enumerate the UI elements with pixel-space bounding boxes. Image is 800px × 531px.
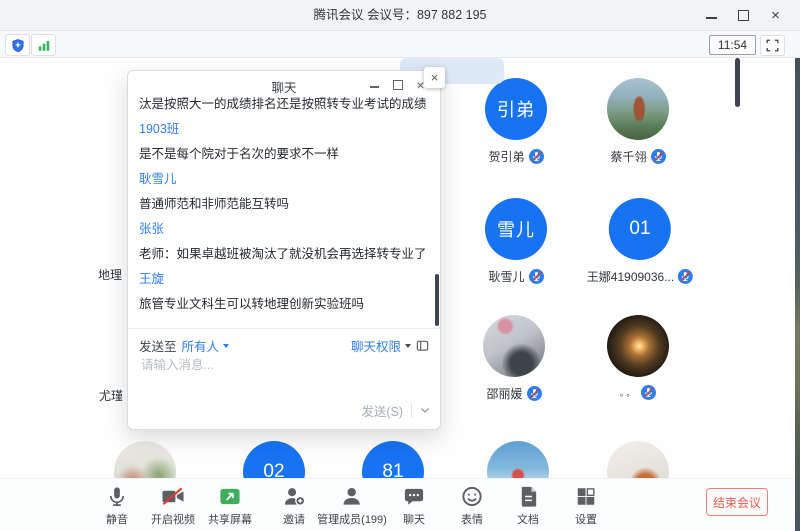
- share-screen-button[interactable]: 共享屏幕: [208, 485, 252, 527]
- microphone-icon: [106, 485, 129, 508]
- chat-permission-dropdown[interactable]: 聊天权限: [351, 336, 401, 355]
- mic-muted-icon: [651, 149, 666, 164]
- chat-message: 汰是按照大一的成绩排名还是按照转专业考试的成绩: [139, 97, 426, 112]
- mic-muted-icon: [527, 386, 542, 401]
- end-meeting-button[interactable]: 结束会议: [706, 488, 768, 516]
- window-title: 腾讯会议 会议号：897 882 195: [0, 0, 800, 30]
- meeting-security-button[interactable]: [5, 34, 30, 56]
- minimize-icon: [706, 17, 717, 18]
- chevron-down-icon[interactable]: [223, 344, 229, 348]
- send-button[interactable]: 发送(S): [361, 401, 403, 420]
- participant-name: 王娜41909036...: [587, 268, 674, 285]
- layout-grid-icon: [575, 485, 597, 508]
- signal-bars-icon: [37, 39, 51, 52]
- emoji-button[interactable]: 表情: [461, 485, 484, 527]
- chat-sender-name[interactable]: 王旋: [139, 272, 426, 287]
- participant-tile[interactable]: 雪儿 耿雪儿: [485, 198, 547, 285]
- status-bar: 11:54: [0, 31, 800, 58]
- chat-sender-name[interactable]: 张张: [139, 222, 426, 237]
- mic-muted-icon: [529, 149, 544, 164]
- send-to-label: 发送至: [139, 336, 177, 355]
- window-maximize-button[interactable]: [737, 9, 750, 22]
- participant-tile[interactable]: 引弟 贺引弟: [485, 78, 547, 165]
- chat-message-list: 汰是按照大一的成绩排名还是按照转专业考试的成绩 1903班 是不是每个院对于名次…: [139, 97, 426, 322]
- settings-button[interactable]: 设置: [575, 485, 597, 527]
- documents-button[interactable]: 文档: [517, 485, 539, 527]
- avatar: 雪儿: [485, 198, 547, 260]
- participant-tile[interactable]: 。。: [607, 315, 669, 400]
- pop-out-icon[interactable]: [416, 339, 429, 352]
- background-window-edge: [795, 57, 800, 531]
- title-bar: 腾讯会议 会议号：897 882 195 ×: [0, 0, 800, 31]
- participant-tile[interactable]: 邵丽媛: [483, 315, 545, 402]
- meeting-toolbar: 静音 开启视频 共享屏幕 邀请 管理成员(199) 聊天 表情: [0, 478, 795, 531]
- participant-name-partial: 尤瑾: [99, 387, 123, 404]
- invite-person-icon: [282, 485, 306, 508]
- shield-icon: [11, 38, 25, 53]
- chat-message: 老师：如果卓越班被淘汰了就没机会再选择转专业了？: [139, 247, 426, 262]
- chat-message: 普通师范和非师范能互转吗: [139, 197, 426, 212]
- chat-sender-name[interactable]: 1903班: [139, 122, 426, 137]
- chat-sender-name[interactable]: 耿雪儿: [139, 172, 426, 187]
- mic-muted-icon: [529, 269, 544, 284]
- grid-scrollbar[interactable]: [735, 58, 740, 107]
- chat-bubble-icon: [403, 485, 426, 508]
- send-divider: [411, 403, 412, 418]
- avatar: 引弟: [485, 78, 547, 140]
- participant-name: 邵丽媛: [486, 385, 522, 402]
- network-status-button[interactable]: [31, 34, 56, 56]
- avatar-photo: [483, 315, 545, 377]
- camera-off-icon: [160, 485, 186, 508]
- participant-name: 贺引弟: [488, 148, 524, 165]
- avatar-photo: [607, 315, 669, 377]
- participant-name-partial: 地理: [98, 266, 122, 283]
- chat-scrollbar[interactable]: [435, 274, 439, 326]
- meeting-timer: 11:54: [709, 35, 756, 55]
- emoji-smiley-icon: [461, 485, 484, 508]
- members-icon: [341, 485, 364, 508]
- maximize-icon: [738, 10, 749, 21]
- avatar: 01: [609, 198, 671, 260]
- chat-button[interactable]: 聊天: [403, 485, 426, 527]
- tencent-meeting-window: 腾讯会议 会议号：897 882 195 × 11:54 引弟 贺引弟: [0, 0, 800, 531]
- chevron-down-icon[interactable]: [405, 344, 411, 348]
- fullscreen-button[interactable]: [760, 35, 785, 56]
- avatar-photo: [607, 78, 669, 140]
- fullscreen-icon: [766, 39, 779, 52]
- document-icon: [518, 485, 539, 508]
- share-screen-icon: [218, 485, 242, 508]
- chat-window: 聊天 × 汰是按照大一的成绩排名还是按照转专业考试的成绩 1903班 是不是每个…: [127, 70, 441, 430]
- mic-muted-icon: [678, 269, 693, 284]
- participant-tile[interactable]: 蔡千翎: [607, 78, 669, 165]
- participant-name: 。。: [620, 386, 638, 399]
- window-minimize-button[interactable]: [705, 9, 718, 22]
- start-video-button[interactable]: 开启视频: [151, 485, 195, 527]
- chat-maximize-button[interactable]: [392, 79, 403, 90]
- send-options-chevron-icon[interactable]: [420, 407, 430, 414]
- participant-name: 蔡千翎: [610, 148, 646, 165]
- invite-button[interactable]: 邀请: [282, 485, 306, 527]
- chat-footer-divider: [128, 328, 440, 329]
- send-to-dropdown[interactable]: 所有人: [182, 336, 220, 355]
- toast-close-button[interactable]: ×: [424, 67, 445, 88]
- window-close-button[interactable]: ×: [769, 9, 782, 22]
- participant-name: 耿雪儿: [488, 268, 524, 285]
- manage-members-button[interactable]: 管理成员(199): [317, 485, 387, 527]
- mic-muted-icon: [641, 385, 656, 400]
- participant-tile[interactable]: 01 王娜41909036...: [587, 198, 693, 285]
- maximize-icon: [393, 80, 403, 90]
- chat-message-input[interactable]: [139, 357, 423, 373]
- minimize-icon: [370, 86, 379, 87]
- chat-message: 是不是每个院对于名次的要求不一样: [139, 147, 426, 162]
- mute-button[interactable]: 静音: [106, 485, 129, 527]
- chat-minimize-button[interactable]: [369, 79, 380, 90]
- chat-message: 旅管专业文科生可以转地理创新实验班吗: [139, 297, 426, 312]
